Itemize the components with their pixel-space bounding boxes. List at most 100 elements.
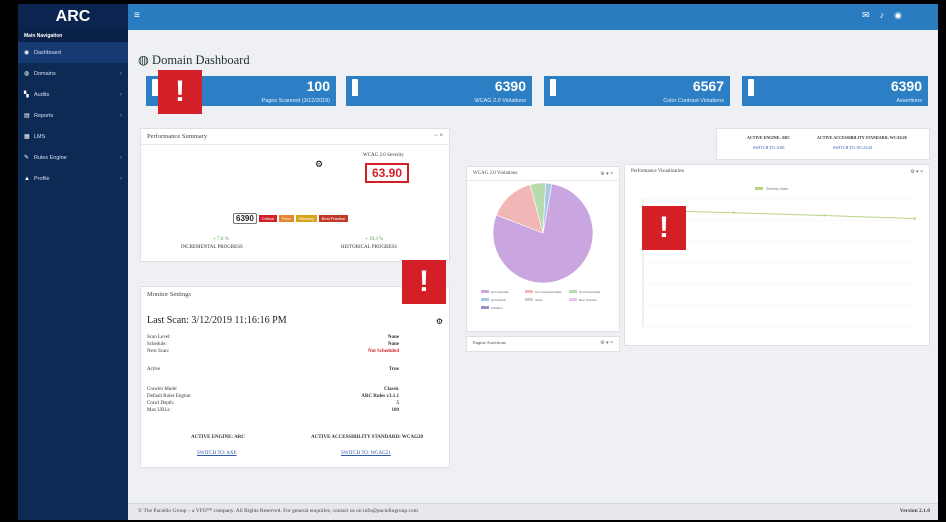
line-chart: Severity Index (641, 187, 917, 328)
setting-value: ARC Rules v3.1.1 (361, 394, 399, 399)
chip-warning: Warning (295, 215, 317, 222)
hamburger-menu-icon[interactable]: ≡ (134, 10, 140, 21)
version-text: Version 2.1.0 (899, 508, 930, 514)
dashboard-icon: ◉ (24, 50, 30, 56)
setting-key: Max URLs: (147, 408, 171, 413)
sidebar-item-label: Domains (34, 70, 56, 77)
document-icon: ▤ (24, 113, 30, 119)
gear-icon[interactable]: ⚙ (436, 317, 443, 326)
panel-controls[interactable]: ⚙ ▾ × (910, 169, 923, 175)
legend-label: Not Understandable (535, 290, 562, 294)
legend-label: Not Robust (491, 298, 506, 302)
chip-error: Error (279, 215, 294, 222)
switch-engine-link[interactable]: SWITCH TO: AXE (753, 145, 785, 150)
panel-title: Engine Assertions (473, 340, 506, 345)
legend-swatch (569, 298, 577, 301)
alert-marker: ! (642, 206, 686, 250)
setting-value: None (387, 335, 399, 340)
engine-assertions-panel: Engine Assertions ⚙ ▾ × (466, 336, 620, 352)
stat-assertions[interactable]: 6390 Assertions (742, 76, 928, 106)
sidebar-item-dashboard[interactable]: ◉ Dashboard (18, 42, 128, 63)
setting-value: True (388, 367, 399, 372)
legend-label: Not Perceivable (579, 290, 601, 294)
legend-swatch (755, 187, 763, 190)
user-icon: ▲ (24, 175, 30, 182)
stat-value: 6390 (890, 78, 922, 94)
sidebar-item-label: Audits (34, 91, 50, 98)
data-point[interactable] (913, 217, 917, 220)
sidebar-item-audits[interactable]: ▚ Audits ‹ (18, 84, 128, 105)
chevron-left-icon: ‹ (120, 112, 122, 119)
stat-label: Color Contrast Violations (663, 98, 724, 104)
sidebar-item-label: Profile (34, 175, 50, 182)
severity-score: 63.90 (365, 163, 409, 183)
top-icons: ✉ ♪ ◉ (862, 10, 902, 21)
chevron-left-icon: ‹ (120, 175, 122, 182)
switch-engine-link[interactable]: SWITCH TO: AXE (197, 451, 237, 456)
stat-label: Pages Scanned (3/12/2019) (261, 98, 331, 104)
panel-controls[interactable]: ⚙ ▾ × (600, 171, 613, 177)
active-standard-text: ACTIVE ACCESSIBILITY STANDARD: WCAG20 (311, 435, 424, 440)
sidebar-item-rules-engine[interactable]: ✎ Rules Engine ‹ (18, 147, 128, 168)
chevron-left-icon: ‹ (120, 154, 122, 161)
active-engine-text: ACTIVE ENGINE: ARC (191, 435, 245, 440)
setting-value: Classic (384, 387, 399, 392)
globe-icon: ◍ (24, 71, 30, 77)
switch-standard-link[interactable]: SWITCH TO: WCAG21 (833, 145, 873, 150)
performance-summary-panel: Performance Summary − × ⚙ WCAG 2.0 Sever… (140, 128, 450, 262)
legend-swatch (525, 298, 533, 301)
panel-controls[interactable]: ⚙ ▾ × (600, 340, 613, 346)
footer: © The Paciello Group – a VFO™ company. A… (128, 503, 938, 520)
sidebar-item-label: LMS (34, 133, 46, 140)
pie-chart: Not Operable Not Understandable Not Percei… (481, 182, 601, 310)
setting-value: 5 (396, 401, 400, 406)
sidebar-item-label: Rules Engine (34, 154, 67, 161)
setting-value: Not Scheduled (368, 349, 399, 354)
setting-key: Active (147, 367, 161, 372)
chip-best-practice: Best Practice (318, 215, 349, 222)
stat-color-contrast[interactable]: 6567 Color Contrast Violations (544, 76, 730, 106)
setting-key: Crawler Mode: (147, 387, 178, 392)
page-title: ◍ Domain Dashboard (138, 52, 250, 68)
chevron-left-icon: ‹ (120, 70, 122, 77)
brand-logo[interactable]: ARC (18, 4, 128, 30)
legend-label: Not Operable (491, 290, 509, 294)
legend-label: Severity Index (766, 187, 788, 191)
page-title-text: Domain Dashboard (152, 53, 250, 67)
severity-bar: 6390 Critical Error Warning Best Practic… (233, 213, 349, 224)
exclamation-icon (748, 79, 754, 101)
grid-icon: ▦ (24, 134, 30, 140)
legend-swatch (481, 290, 489, 293)
chart-icon: ▚ (24, 92, 29, 98)
globe-icon: ◍ (138, 53, 153, 67)
stat-label: Assertions (896, 98, 922, 104)
sidebar-item-domains[interactable]: ◍ Domains ‹ (18, 63, 128, 84)
footer-text: © The Paciello Group – a VFO™ company. A… (138, 508, 419, 514)
legend-label: Other (535, 298, 543, 302)
legend-swatch (481, 298, 489, 301)
chevron-left-icon: ‹ (120, 91, 122, 98)
sidebar-item-lms[interactable]: ▦ LMS (18, 126, 128, 147)
bell-icon[interactable]: ♪ (880, 10, 885, 21)
notification-icon[interactable]: ✉ (862, 10, 870, 21)
active-standard-text: ACTIVE ACCESSIBILITY STANDARD: WCAG20 (817, 135, 907, 140)
sidebar-item-profile[interactable]: ▲ Profile ‹ (18, 168, 128, 189)
panel-controls[interactable]: − × (434, 133, 443, 139)
legend-swatch (569, 290, 577, 293)
gear-icon[interactable]: ⚙ (315, 159, 323, 170)
incremental-label: INCREMENTAL PROGRESS (181, 245, 243, 250)
stat-value: 100 (306, 78, 330, 94)
data-point[interactable] (732, 211, 735, 214)
alert-marker: ! (402, 260, 446, 304)
sidebar-item-reports[interactable]: ▤ Reports ‹ (18, 105, 128, 126)
data-point[interactable] (823, 214, 826, 217)
main-navigation-heading: Main Navigation (18, 30, 128, 42)
sidebar: ARC Main Navigation ◉ Dashboard ◍ Domains ‹ ▚… (18, 4, 128, 520)
stat-wcag-violations[interactable]: 6390 WCAG 2.0 Violations (346, 76, 532, 106)
chip-critical: Critical (258, 215, 278, 222)
sidebar-item-label: Reports (34, 112, 54, 119)
user-avatar-icon[interactable]: ◉ (894, 10, 902, 21)
incremental-value: + 7.6 % (213, 237, 229, 242)
legend-swatch (525, 290, 533, 293)
switch-standard-link[interactable]: SWITCH TO: WCAG21 (341, 451, 391, 456)
